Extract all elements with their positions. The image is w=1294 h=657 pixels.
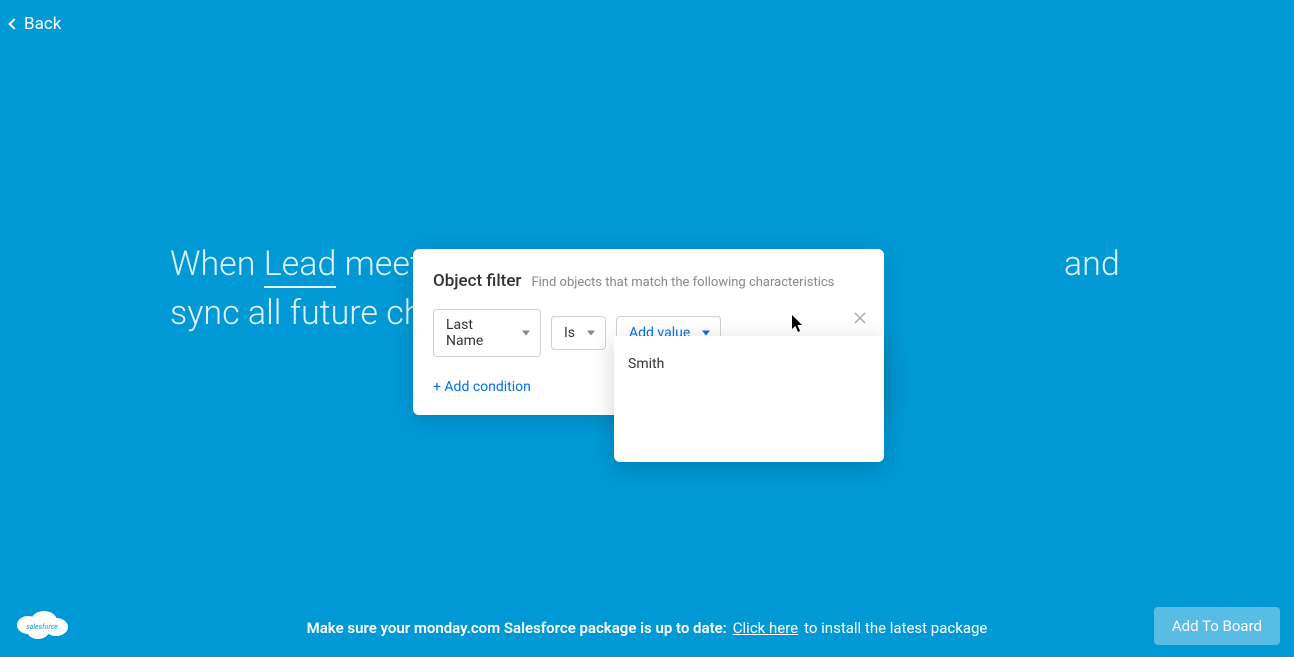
back-button[interactable]: Back (10, 14, 61, 34)
chevron-down-icon (587, 331, 595, 336)
sentence-prefix: When (170, 244, 264, 284)
chevron-down-icon (522, 331, 530, 336)
chevron-left-icon (8, 18, 19, 29)
field-dropdown[interactable]: Last Name (433, 309, 541, 357)
cursor-icon (792, 315, 806, 337)
panel-header: Object filter Find objects that match th… (433, 271, 864, 291)
footer-bold-text: Make sure your monday.com Salesforce pac… (307, 619, 727, 637)
value-dropdown-menu: Smith (614, 336, 884, 462)
remove-condition-button[interactable] (854, 309, 866, 328)
footer-trail-text: to install the latest package (804, 619, 987, 637)
value-option-smith[interactable]: Smith (628, 352, 870, 376)
field-dropdown-label: Last Name (446, 317, 512, 349)
object-token-lead[interactable]: Lead (264, 244, 337, 288)
footer-bar: Make sure your monday.com Salesforce pac… (0, 619, 1294, 637)
footer-install-link[interactable]: Click here (733, 619, 798, 637)
sentence-mid1: meet (336, 244, 421, 284)
panel-subtitle: Find objects that match the following ch… (531, 275, 834, 290)
close-icon (854, 312, 866, 324)
panel-title: Object filter (433, 271, 521, 291)
add-to-board-button[interactable]: Add To Board (1154, 607, 1280, 645)
chevron-down-icon (702, 331, 710, 336)
operator-dropdown-label: Is (564, 325, 575, 341)
operator-dropdown[interactable]: Is (551, 316, 606, 350)
back-label: Back (24, 14, 61, 34)
